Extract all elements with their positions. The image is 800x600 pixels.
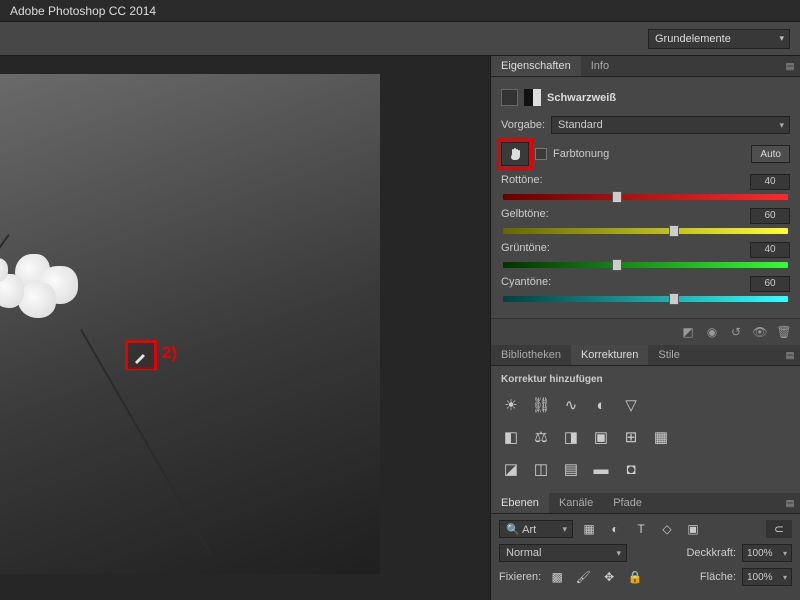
reds-slider-thumb[interactable] bbox=[612, 191, 622, 203]
lock-pixels-icon[interactable]: 🖌 bbox=[573, 568, 593, 586]
threshold-icon[interactable]: ▤ bbox=[561, 459, 581, 479]
flower-cluster bbox=[0, 244, 90, 334]
filter-adjustment-icon[interactable]: ◐ bbox=[605, 520, 625, 538]
hue-saturation-icon[interactable]: ◧ bbox=[501, 427, 521, 447]
panels-column: Eigenschaften Info ▤ Schwarzweiß Vorgabe… bbox=[490, 56, 800, 600]
tab-libraries[interactable]: Bibliotheken bbox=[491, 345, 571, 365]
image-bw-flower bbox=[0, 74, 380, 574]
reset-icon[interactable]: ↺ bbox=[728, 325, 744, 339]
titlebar: Adobe Photoshop CC 2014 bbox=[0, 0, 800, 22]
tab-paths[interactable]: Pfade bbox=[603, 493, 652, 513]
posterize-icon[interactable]: ◫ bbox=[531, 459, 551, 479]
lock-all-icon[interactable]: 🔒 bbox=[625, 568, 645, 586]
eyedropper-cursor-icon bbox=[128, 343, 154, 369]
reds-value[interactable]: 40 bbox=[750, 174, 790, 190]
yellows-slider-thumb[interactable] bbox=[669, 225, 679, 237]
trash-icon[interactable]: 🗑 bbox=[776, 325, 792, 339]
greens-value[interactable]: 40 bbox=[750, 242, 790, 258]
layers-panel: 🔍 Art ▦ ◐ T ◇ ▣ ⊂ Normal Deckkraft: 100% bbox=[491, 514, 800, 592]
bw-adjust-icon[interactable]: ◨ bbox=[561, 427, 581, 447]
cyans-slider-thumb[interactable] bbox=[669, 293, 679, 305]
workspace-label: Grundelemente bbox=[655, 33, 731, 45]
filter-pixel-icon[interactable]: ▦ bbox=[579, 520, 599, 538]
yellows-label: Gelbtöne: bbox=[501, 208, 549, 224]
lock-transparency-icon[interactable]: ▩ bbox=[547, 568, 567, 586]
tab-properties[interactable]: Eigenschaften bbox=[491, 56, 581, 76]
properties-footer: ◩ ◉ ↺ 👁 🗑 bbox=[491, 318, 800, 345]
slider-greens: Grüntöne: 40 bbox=[501, 242, 790, 268]
levels-icon[interactable]: ⛓ bbox=[531, 395, 551, 415]
photo-filter-icon[interactable]: ▣ bbox=[591, 427, 611, 447]
selective-color-icon[interactable]: ◘ bbox=[621, 459, 641, 479]
visibility-icon[interactable]: 👁 bbox=[752, 325, 768, 339]
adjustments-tabs: Bibliotheken Korrekturen Stile ▤ bbox=[491, 345, 800, 366]
filter-smart-icon[interactable]: ▣ bbox=[683, 520, 703, 538]
yellows-slider-track[interactable] bbox=[503, 228, 788, 234]
layers-tabs: Ebenen Kanäle Pfade ▤ bbox=[491, 493, 800, 514]
tab-adjustments[interactable]: Korrekturen bbox=[571, 345, 648, 365]
tint-label: Farbtonung bbox=[553, 148, 609, 160]
tint-checkbox[interactable] bbox=[535, 148, 547, 160]
yellows-value[interactable]: 60 bbox=[750, 208, 790, 224]
view-previous-icon[interactable]: ◉ bbox=[704, 325, 720, 339]
slider-cyans: Cyantöne: 60 bbox=[501, 276, 790, 302]
gradient-map-icon[interactable]: ▬ bbox=[591, 459, 611, 479]
adjustment-layer-icon bbox=[501, 89, 518, 106]
tab-styles[interactable]: Stile bbox=[648, 345, 689, 365]
invert-icon[interactable]: ◪ bbox=[501, 459, 521, 479]
cyans-label: Cyantöne: bbox=[501, 276, 551, 292]
layer-filter-select[interactable]: 🔍 Art bbox=[499, 520, 573, 538]
fill-input[interactable]: 100% bbox=[742, 568, 792, 586]
color-balance-icon[interactable]: ⚖ bbox=[531, 427, 551, 447]
document-canvas[interactable]: 2) bbox=[0, 56, 490, 600]
cyans-value[interactable]: 60 bbox=[750, 276, 790, 292]
preset-select[interactable]: Standard bbox=[551, 116, 790, 134]
lock-position-icon[interactable]: ✥ bbox=[599, 568, 619, 586]
annotation-box-1 bbox=[497, 138, 533, 170]
app-window: Adobe Photoshop CC 2014 Grundelemente bbox=[0, 0, 800, 600]
greens-slider-thumb[interactable] bbox=[612, 259, 622, 271]
brightness-contrast-icon[interactable]: ☀ bbox=[501, 395, 521, 415]
panel-flyout-icon[interactable]: ▤ bbox=[780, 493, 800, 513]
adjustments-header: Korrektur hinzufügen bbox=[501, 374, 790, 385]
opacity-label: Deckkraft: bbox=[686, 547, 736, 559]
filter-type-icon[interactable]: T bbox=[631, 520, 651, 538]
properties-panel: Schwarzweiß Vorgabe: Standard 1) bbox=[491, 77, 800, 318]
properties-tabs: Eigenschaften Info ▤ bbox=[491, 56, 800, 77]
bw-icon bbox=[524, 89, 541, 106]
opacity-input[interactable]: 100% bbox=[742, 544, 792, 562]
tab-channels[interactable]: Kanäle bbox=[549, 493, 603, 513]
slider-reds: Rottöne: 40 bbox=[501, 174, 790, 200]
tab-info[interactable]: Info bbox=[581, 56, 619, 76]
blend-mode-select[interactable]: Normal bbox=[499, 544, 627, 562]
color-lookup-icon[interactable]: ▦ bbox=[651, 427, 671, 447]
panel-flyout-icon[interactable]: ▤ bbox=[780, 345, 800, 365]
filter-shape-icon[interactable]: ◇ bbox=[657, 520, 677, 538]
exposure-icon[interactable]: ◐ bbox=[591, 395, 611, 415]
options-bar: Grundelemente bbox=[0, 22, 800, 56]
reds-label: Rottöne: bbox=[501, 174, 543, 190]
panel-flyout-icon[interactable]: ▤ bbox=[780, 56, 800, 76]
slider-yellows: Gelbtöne: 60 bbox=[501, 208, 790, 234]
curves-icon[interactable]: ∿ bbox=[561, 395, 581, 415]
filter-toggle-switch[interactable]: ⊂ bbox=[766, 520, 792, 538]
greens-label: Grüntöne: bbox=[501, 242, 550, 258]
workspace-switcher[interactable]: Grundelemente bbox=[648, 29, 790, 49]
cyans-slider-track[interactable] bbox=[503, 296, 788, 302]
vibrance-icon[interactable]: ▽ bbox=[621, 395, 641, 415]
fill-label: Fläche: bbox=[700, 571, 736, 583]
reds-slider-track[interactable] bbox=[503, 194, 788, 200]
channel-mixer-icon[interactable]: ⊞ bbox=[621, 427, 641, 447]
lock-label: Fixieren: bbox=[499, 571, 541, 583]
preset-label: Vorgabe: bbox=[501, 119, 545, 131]
auto-button[interactable]: Auto bbox=[751, 145, 790, 163]
content-area: 2) Eigenschaften Info ▤ Schwarzweiß Vorg… bbox=[0, 56, 800, 600]
clip-to-layer-icon[interactable]: ◩ bbox=[680, 325, 696, 339]
adjustment-name: Schwarzweiß bbox=[547, 92, 616, 104]
tab-layers[interactable]: Ebenen bbox=[491, 493, 549, 513]
annotation-label-2: 2) bbox=[162, 343, 177, 363]
greens-slider-track[interactable] bbox=[503, 262, 788, 268]
app-title: Adobe Photoshop CC 2014 bbox=[10, 4, 156, 18]
adjustments-panel: Korrektur hinzufügen ☀ ⛓ ∿ ◐ ▽ ◧ ⚖ ◨ ▣ ⊞… bbox=[491, 366, 800, 493]
